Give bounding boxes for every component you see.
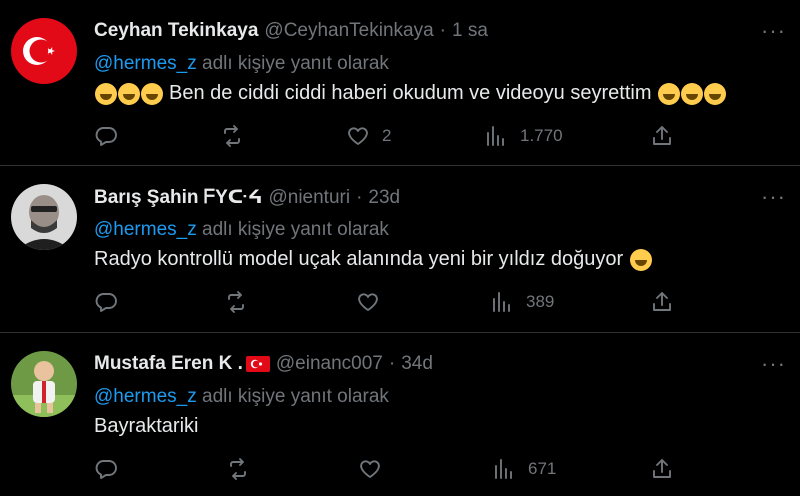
tweet-header: Barış Şahin ᖴYᑢᔦ @nienturi · 23d [94, 186, 400, 209]
views-icon [493, 292, 510, 312]
tweet[interactable]: Ceyhan Tekinkaya @CeyhanTekinkaya · 1 sa… [0, 0, 800, 166]
reply-context: @hermes_z adlı kişiye yanıt olarak [94, 219, 389, 241]
tweet-text-row: Radyo kontrollü model uçak alanında yeni… [94, 248, 653, 271]
rofl-emoji-icon [657, 82, 680, 105]
share-button[interactable] [650, 124, 674, 148]
reply-button[interactable] [94, 457, 118, 481]
author-handle[interactable]: @nienturi [268, 187, 350, 209]
author-handle[interactable]: @CeyhanTekinkaya [264, 20, 433, 42]
tweet-header: Ceyhan Tekinkaya @CeyhanTekinkaya · 1 sa [94, 20, 488, 42]
rofl-emoji-icon [140, 82, 163, 105]
action-bar: 671 [94, 457, 786, 483]
tweet[interactable]: Mustafa Eren K . @einanc007 · 34d ··· @h… [0, 333, 800, 496]
tweet-text: Bayraktariki [94, 415, 199, 437]
separator: · [439, 20, 446, 41]
child-photo-avatar-icon [11, 351, 77, 417]
author-name[interactable]: Barış Şahin ᖴYᑢᔦ [94, 186, 262, 209]
like-button[interactable]: 2 [346, 124, 391, 148]
more-options-icon[interactable]: ··· [761, 351, 786, 377]
retweet-button[interactable] [220, 124, 244, 148]
views-button[interactable]: 1.770 [484, 124, 563, 148]
mention-link[interactable]: @hermes_z [94, 386, 197, 407]
avatar[interactable] [11, 184, 77, 250]
share-button[interactable] [650, 290, 674, 314]
rofl-emoji-icon [94, 82, 117, 105]
share-icon [653, 459, 671, 478]
retweet-icon [228, 291, 244, 313]
view-count: 671 [528, 459, 557, 478]
tweet-header: Mustafa Eren K . @einanc007 · 34d [94, 353, 433, 375]
views-button[interactable]: 389 [490, 290, 554, 314]
more-options-icon[interactable]: ··· [761, 184, 786, 210]
separator: · [388, 353, 396, 374]
more-options-icon[interactable]: ··· [761, 18, 786, 44]
reply-button[interactable] [94, 124, 118, 148]
share-button[interactable] [650, 457, 674, 481]
rofl-emoji-icon [117, 82, 140, 105]
turkish-flag-icon [245, 356, 270, 372]
turkish-flag-avatar-icon [11, 18, 77, 84]
action-bar: 2 1.770 [94, 124, 786, 150]
timestamp[interactable]: 34d [401, 353, 433, 375]
author-name[interactable]: Mustafa Eren K . [94, 353, 243, 375]
views-icon [487, 126, 504, 146]
tweet-text-row: Ben de ciddi ciddi haberi okudum ve vide… [94, 82, 726, 105]
author-name[interactable]: Ceyhan Tekinkaya [94, 20, 258, 42]
reply-button[interactable] [94, 290, 118, 314]
reply-context: @hermes_z adlı kişiye yanıt olarak [94, 386, 389, 408]
retweet-button[interactable] [224, 290, 248, 314]
reply-context-label: adlı kişiye yanıt olarak [202, 53, 389, 74]
share-icon [653, 292, 671, 311]
heart-icon [348, 127, 368, 145]
tweet-text: Ben de ciddi ciddi haberi okudum ve vide… [169, 82, 652, 104]
rofl-emoji-icon [703, 82, 726, 105]
reply-context: @hermes_z adlı kişiye yanıt olarak [94, 53, 389, 75]
reply-context-label: adlı kişiye yanıt olarak [202, 386, 389, 407]
tweet[interactable]: Barış Şahin ᖴYᑢᔦ @nienturi · 23d ··· @he… [0, 166, 800, 333]
retweet-icon [230, 458, 246, 480]
separator: · [356, 186, 363, 208]
reply-icon [95, 293, 117, 312]
heart-icon [360, 460, 380, 478]
mention-link[interactable]: @hermes_z [94, 219, 197, 240]
avatar[interactable] [11, 18, 77, 84]
like-button[interactable] [356, 290, 380, 314]
tweet-text: Radyo kontrollü model uçak alanında yeni… [94, 248, 624, 270]
mention-link[interactable]: @hermes_z [94, 53, 197, 74]
action-bar: 389 [94, 290, 786, 316]
views-button[interactable]: 671 [492, 457, 556, 481]
retweet-icon [224, 125, 240, 147]
reply-icon [95, 460, 117, 479]
grinning-emoji-icon [630, 248, 653, 271]
heart-icon [358, 293, 378, 311]
tweet-text-row: Bayraktariki [94, 415, 198, 438]
view-count: 1.770 [520, 126, 563, 145]
avatar[interactable] [11, 351, 77, 417]
views-icon [495, 459, 512, 479]
timestamp[interactable]: 1 sa [452, 20, 488, 42]
reply-icon [95, 127, 117, 146]
user-photo-avatar-icon [11, 184, 77, 250]
share-icon [653, 126, 671, 145]
rofl-emoji-icon [680, 82, 703, 105]
view-count: 389 [526, 292, 555, 311]
like-button[interactable] [358, 457, 382, 481]
retweet-button[interactable] [226, 457, 250, 481]
author-handle[interactable]: @einanc007 [276, 353, 383, 375]
like-count: 2 [382, 126, 392, 145]
timestamp[interactable]: 23d [368, 187, 400, 209]
reply-context-label: adlı kişiye yanıt olarak [202, 219, 389, 240]
